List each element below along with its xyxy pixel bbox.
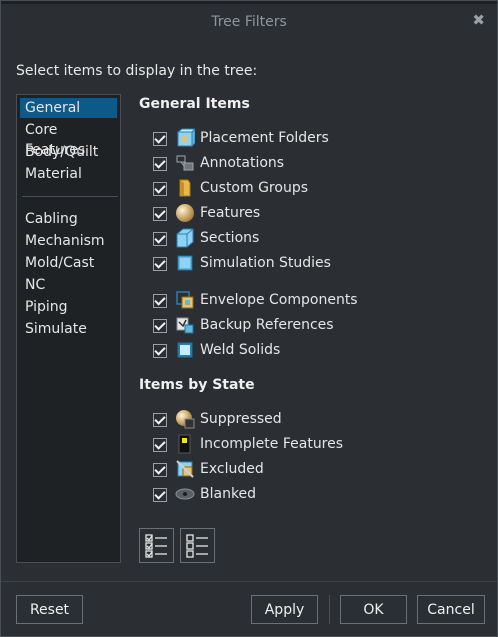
weld-solids-label: Weld Solids [200,342,281,358]
backup-references-label: Backup References [200,317,334,333]
simulation-studies-icon [177,255,193,271]
filter-row-blanked: Blanked [153,484,413,506]
category-cabling[interactable]: Cabling [20,209,117,229]
category-nc[interactable]: NC [20,275,117,295]
category-mold-cast[interactable]: Mold/Cast [20,253,117,273]
filter-row-annotations: Annotations [153,153,413,175]
envelope-components-icon [176,291,194,309]
category-material[interactable]: Material [20,164,117,184]
filter-row-placement-folders: Placement Folders [153,128,413,150]
close-icon[interactable]: ✖ [472,11,485,29]
incomplete-features-icon [178,434,191,454]
category-divider [22,196,118,197]
incomplete-features-checkbox[interactable] [153,438,167,452]
category-core-features[interactable]: Core Features [20,120,117,158]
category-piping[interactable]: Piping [20,297,117,317]
category-mechanism[interactable]: Mechanism [20,231,117,251]
filter-row-features: Features [153,203,413,225]
sections-checkbox[interactable] [153,232,167,246]
filter-row-sections: Sections [153,228,413,250]
blanked-label: Blanked [200,486,257,502]
annotations-icon [176,155,194,171]
filter-row-excluded: Excluded [153,459,413,481]
suppressed-icon [176,410,195,429]
category-body-quilt[interactable]: Body/Quilt [20,142,117,162]
filter-row-custom-groups: Custom Groups [153,178,413,200]
filter-row-weld-solids: Weld Solids [153,340,413,362]
sections-label: Sections [200,230,260,246]
custom-groups-label: Custom Groups [200,180,309,196]
custom-groups-checkbox[interactable] [153,182,167,196]
placement-folders-label: Placement Folders [200,130,329,146]
apply-button[interactable]: Apply [251,595,318,624]
blanked-icon [175,488,195,500]
placement-folders-checkbox[interactable] [153,132,167,146]
annotations-label: Annotations [200,155,285,171]
excluded-icon [176,460,194,478]
annotations-checkbox[interactable] [153,157,167,171]
filter-row-incomplete-features: Incomplete Features [153,434,413,456]
clear-all-button[interactable] [180,528,215,563]
items-by-state-heading: Items by State [139,377,255,393]
filter-row-simulation-studies: Simulation Studies [153,253,413,275]
incomplete-features-label: Incomplete Features [200,436,344,452]
intro-text: Select items to display in the tree: [16,63,258,79]
button-divider [329,595,330,624]
category-simulate[interactable]: Simulate [20,319,117,339]
features-label: Features [200,205,261,221]
suppressed-checkbox[interactable] [153,413,167,427]
blanked-checkbox[interactable] [153,488,167,502]
features-icon [176,204,194,222]
category-list[interactable]: General Core Features Body/Quilt Materia… [16,94,121,563]
custom-groups-icon [179,179,191,197]
select-all-button[interactable] [139,528,174,563]
sections-icon [176,228,194,248]
cancel-button[interactable]: Cancel [417,595,485,624]
simulation-studies-label: Simulation Studies [200,255,331,271]
filter-row-envelope-components: Envelope Components [153,290,413,312]
excluded-checkbox[interactable] [153,463,167,477]
dialog-title: Tree Filters [211,14,287,30]
excluded-label: Excluded [200,461,264,477]
clear-all-icon [186,534,208,558]
envelope-components-label: Envelope Components [200,292,358,308]
backup-references-checkbox[interactable] [153,319,167,333]
weld-solids-checkbox[interactable] [153,344,167,358]
suppressed-label: Suppressed [200,411,282,427]
filter-row-backup-references: Backup References [153,315,413,337]
features-checkbox[interactable] [153,207,167,221]
backup-references-icon [176,317,194,334]
filter-row-suppressed: Suppressed [153,409,413,431]
tree-filters-dialog: Tree Filters ✖ Select items to display i… [0,0,498,637]
title-bar: Tree Filters ✖ [1,4,497,38]
reset-button[interactable]: Reset [16,595,83,624]
ok-button[interactable]: OK [340,595,407,624]
placement-folders-icon [176,128,195,148]
envelope-components-checkbox[interactable] [153,294,167,308]
category-general[interactable]: General [20,98,117,118]
general-items-heading: General Items [139,96,250,112]
simulation-studies-checkbox[interactable] [153,257,167,271]
select-all-icon [145,534,167,558]
weld-solids-icon [177,342,193,358]
